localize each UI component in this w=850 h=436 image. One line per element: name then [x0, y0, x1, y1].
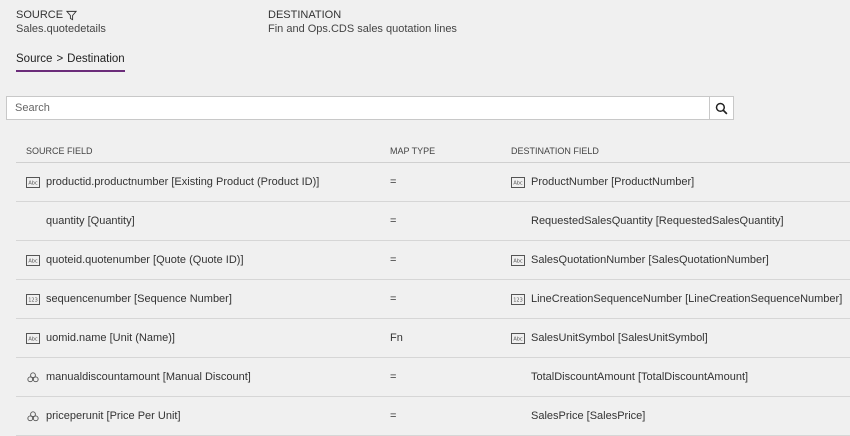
- abc-icon: Abc: [511, 332, 525, 344]
- map-type-cell[interactable]: =: [390, 254, 511, 266]
- filter-icon[interactable]: [66, 10, 78, 21]
- map-type-cell[interactable]: =: [390, 215, 511, 227]
- table-body: Abc productid.productnumber [Existing Pro…: [16, 163, 850, 436]
- search-box: [6, 96, 734, 120]
- source-field-cell: Abc uomid.name [Unit (Name)]: [16, 332, 390, 344]
- destination-field-name: RequestedSalesQuantity [RequestedSalesQu…: [531, 215, 784, 227]
- table-row[interactable]: 123 sequencenumber [Sequence Number] = 123 L…: [16, 280, 850, 319]
- column-map-type[interactable]: MAP TYPE: [390, 146, 511, 156]
- blank-icon-slot: [511, 216, 525, 227]
- abc-icon: Abc: [511, 176, 525, 188]
- destination-field-name: LineCreationSequenceNumber [LineCreation…: [531, 293, 843, 305]
- svg-text:Abc: Abc: [513, 258, 523, 264]
- source-header: SOURCE Sales.quotedetails: [16, 8, 106, 36]
- source-field-name: uomid.name [Unit (Name)]: [46, 332, 175, 344]
- breadcrumb-tab[interactable]: Source > Destination: [16, 53, 125, 72]
- table-row[interactable]: Abc uomid.name [Unit (Name)] Fn Abc SalesUni…: [16, 319, 850, 358]
- source-field-name: sequencenumber [Sequence Number]: [46, 293, 232, 305]
- table-row[interactable]: priceperunit [Price Per Unit] = SalesPrice…: [16, 397, 850, 436]
- blank-icon-slot: [511, 411, 525, 422]
- mapping-table: SOURCE FIELD MAP TYPE DESTINATION FIELD …: [16, 140, 850, 436]
- breadcrumb-destination: Destination: [67, 53, 125, 65]
- destination-field-cell: 123 LineCreationSequenceNumber [LineCreat…: [511, 293, 850, 305]
- breadcrumb-separator: >: [56, 53, 64, 65]
- source-label: SOURCE: [16, 9, 64, 21]
- source-field-cell: manualdiscountamount [Manual Discount]: [16, 371, 390, 383]
- svg-text:Abc: Abc: [28, 336, 38, 342]
- abc-icon: Abc: [26, 254, 40, 266]
- destination-field-name: SalesQuotationNumber [SalesQuotationNumb…: [531, 254, 769, 266]
- destination-field-cell: SalesPrice [SalesPrice]: [511, 410, 850, 422]
- destination-field-cell: Abc ProductNumber [ProductNumber]: [511, 176, 850, 188]
- source-field-name: quantity [Quantity]: [46, 215, 135, 227]
- table-row[interactable]: Abc quoteid.quotenumber [Quote (Quote ID)…: [16, 241, 850, 280]
- source-field-cell: 123 sequencenumber [Sequence Number]: [16, 293, 390, 305]
- svg-text:123: 123: [28, 297, 38, 303]
- source-field-name: productid.productnumber [Existing Produc…: [46, 176, 320, 188]
- source-field-name: priceperunit [Price Per Unit]: [46, 410, 181, 422]
- source-entity: Sales.quotedetails: [16, 23, 106, 35]
- source-field-cell: Abc quoteid.quotenumber [Quote (Quote ID)…: [16, 254, 390, 266]
- column-source-field[interactable]: SOURCE FIELD: [16, 146, 390, 156]
- map-type-cell[interactable]: =: [390, 371, 511, 383]
- svg-text:Abc: Abc: [28, 180, 38, 186]
- destination-field-name: SalesPrice [SalesPrice]: [531, 410, 646, 422]
- source-field-cell: priceperunit [Price Per Unit]: [16, 410, 390, 422]
- table-row[interactable]: Abc productid.productnumber [Existing Pro…: [16, 163, 850, 202]
- destination-entity: Fin and Ops.CDS sales quotation lines: [268, 23, 457, 35]
- table-row[interactable]: manualdiscountamount [Manual Discount] = T…: [16, 358, 850, 397]
- map-type-cell[interactable]: =: [390, 410, 511, 422]
- abc-icon: Abc: [511, 254, 525, 266]
- map-type-cell[interactable]: Fn: [390, 332, 511, 344]
- destination-field-cell: Abc SalesQuotationNumber [SalesQuotationN…: [511, 254, 850, 266]
- destination-label: DESTINATION: [268, 9, 342, 21]
- table-row[interactable]: quantity [Quantity] = RequestedSalesQuanti…: [16, 202, 850, 241]
- number-icon: 123: [511, 293, 525, 305]
- destination-header: DESTINATION Fin and Ops.CDS sales quotat…: [268, 8, 457, 36]
- search-button[interactable]: [709, 97, 733, 119]
- abc-icon: Abc: [26, 176, 40, 188]
- column-destination-field[interactable]: DESTINATION FIELD: [511, 146, 850, 156]
- destination-field-cell: TotalDiscountAmount [TotalDiscountAmount…: [511, 371, 850, 383]
- svg-text:Abc: Abc: [513, 336, 523, 342]
- blank-icon-slot: [511, 372, 525, 383]
- abc-icon: Abc: [26, 332, 40, 344]
- search-icon: [715, 102, 728, 114]
- destination-field-name: SalesUnitSymbol [SalesUnitSymbol]: [531, 332, 708, 344]
- svg-text:123: 123: [513, 297, 523, 303]
- currency-icon: [26, 371, 40, 383]
- source-field-cell: quantity [Quantity]: [16, 215, 390, 227]
- number-icon: 123: [26, 293, 40, 305]
- source-field-name: quoteid.quotenumber [Quote (Quote ID)]: [46, 254, 244, 266]
- search-input[interactable]: [7, 97, 709, 119]
- breadcrumb-source: Source: [16, 53, 53, 65]
- source-field-name: manualdiscountamount [Manual Discount]: [46, 371, 251, 383]
- svg-text:Abc: Abc: [513, 180, 523, 186]
- destination-field-cell: Abc SalesUnitSymbol [SalesUnitSymbol]: [511, 332, 850, 344]
- map-type-cell[interactable]: =: [390, 176, 511, 188]
- table-header: SOURCE FIELD MAP TYPE DESTINATION FIELD: [16, 140, 850, 163]
- source-label-row: SOURCE: [16, 8, 106, 22]
- svg-text:Abc: Abc: [28, 258, 38, 264]
- destination-field-name: ProductNumber [ProductNumber]: [531, 176, 695, 188]
- currency-icon: [26, 410, 40, 422]
- destination-field-name: TotalDiscountAmount [TotalDiscountAmount…: [531, 371, 749, 383]
- destination-field-cell: RequestedSalesQuantity [RequestedSalesQu…: [511, 215, 850, 227]
- blank-icon-slot: [26, 216, 40, 227]
- map-type-cell[interactable]: =: [390, 293, 511, 305]
- source-field-cell: Abc productid.productnumber [Existing Pro…: [16, 176, 390, 188]
